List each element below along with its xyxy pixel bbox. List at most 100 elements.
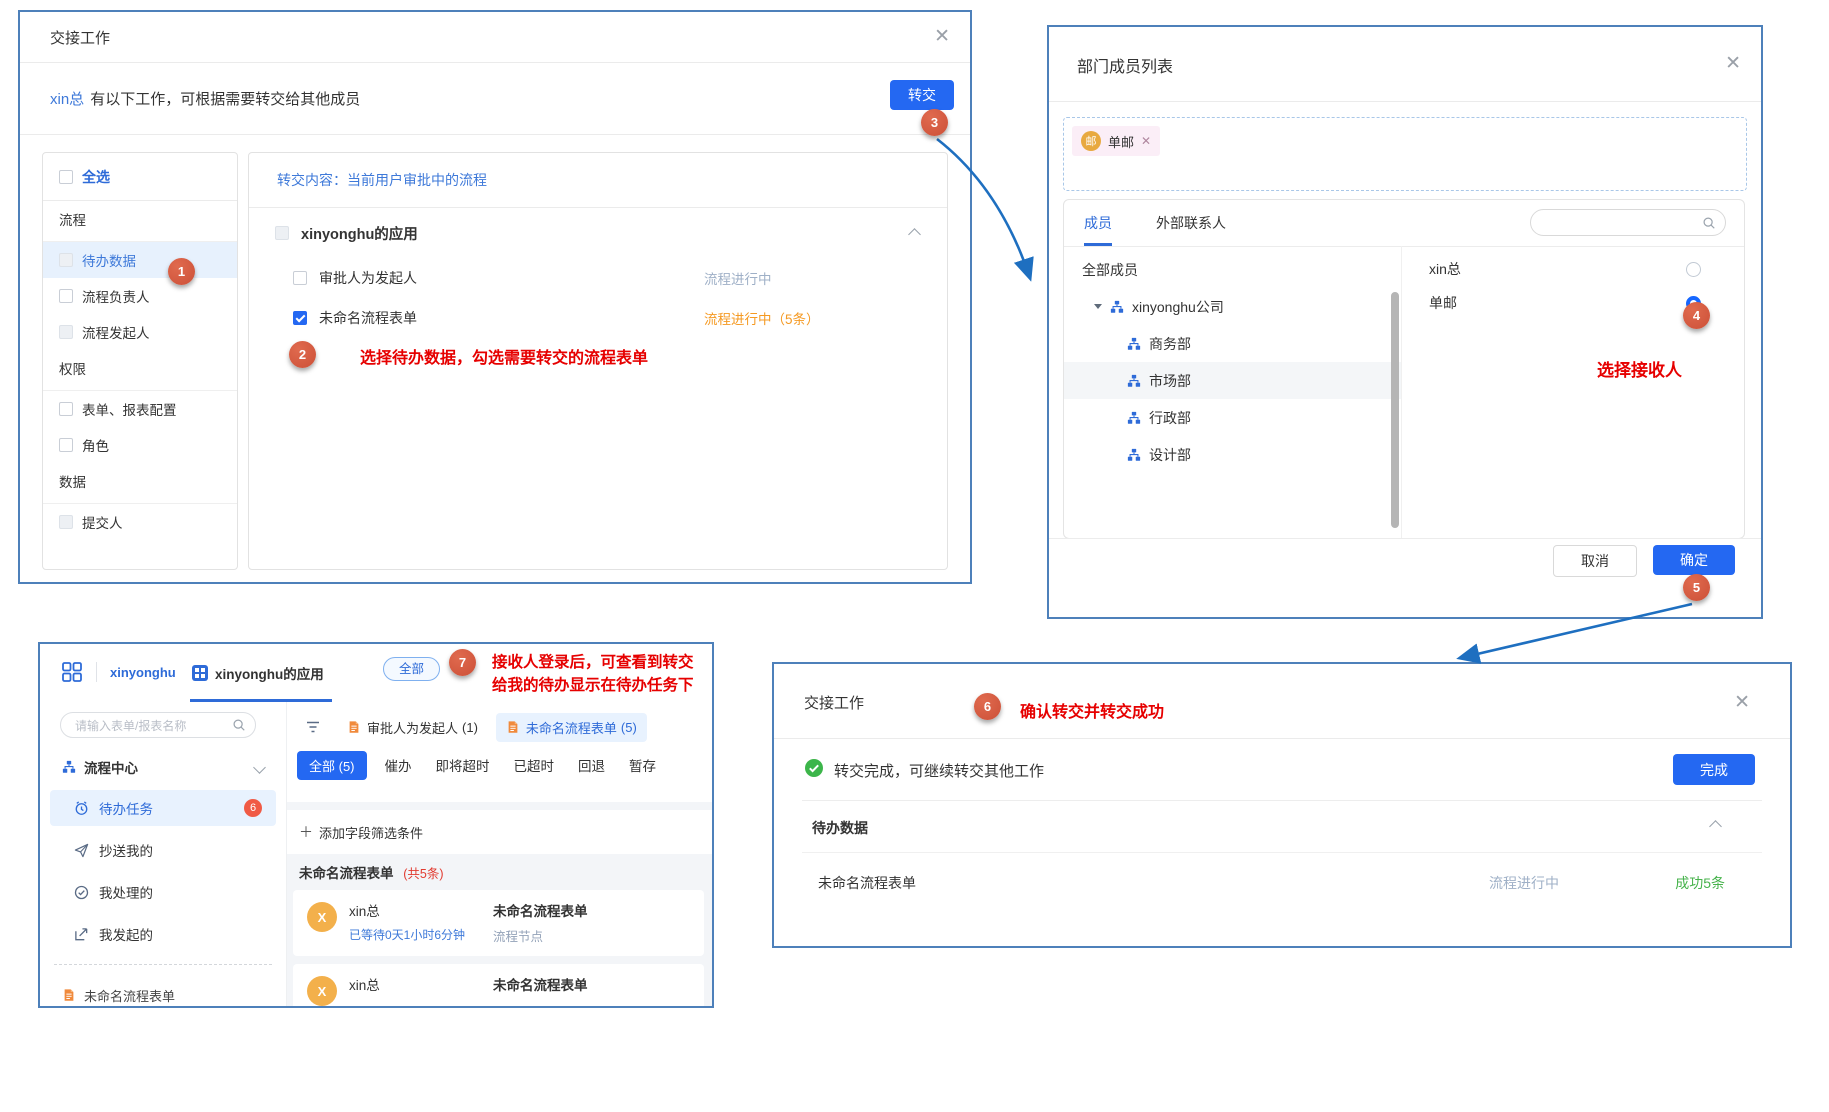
nav-item-cc-to-me[interactable]: 抄送我的 bbox=[50, 832, 276, 868]
add-filter-row[interactable]: ＋ 添加字段筛选条件 bbox=[287, 810, 712, 854]
chip-label: 单邮 bbox=[1108, 132, 1134, 151]
screenshot-canvas: 交接工作 ✕ xin总有以下工作，可根据需要转交给其他成员 转交 全选 流程 待… bbox=[0, 0, 1829, 1112]
collapse-icon[interactable] bbox=[1709, 820, 1722, 833]
row-checkbox-checked[interactable] bbox=[293, 311, 307, 325]
confirm-button[interactable]: 确定 bbox=[1653, 545, 1735, 575]
filter-soon-overdue[interactable]: 即将超时 bbox=[436, 755, 490, 775]
sidebar-item-submitter[interactable]: 提交人 bbox=[43, 504, 237, 540]
transfer-button[interactable]: 转交 bbox=[890, 80, 954, 110]
nav-section-permission: 权限 bbox=[43, 350, 237, 391]
app-main: 审批人为发起人 (1) 未命名流程表单 (5) 全部 (5) 催办 即将超时 已… bbox=[287, 702, 712, 1006]
chevron-down-icon[interactable] bbox=[253, 761, 266, 774]
cancel-button[interactable]: 取消 bbox=[1553, 545, 1637, 577]
select-all-checkbox[interactable] bbox=[59, 170, 73, 184]
todo-data-checkbox[interactable] bbox=[59, 253, 73, 267]
select-all-row[interactable]: 全选 bbox=[43, 153, 237, 201]
sidebar-item-process-initiator[interactable]: 流程发起人 bbox=[43, 314, 237, 350]
nav-item-unnamed-form[interactable]: 未命名流程表单 bbox=[40, 978, 286, 1008]
filter-funnel-icon[interactable] bbox=[305, 719, 321, 735]
send-icon bbox=[74, 927, 89, 942]
scope-pill[interactable]: 全部 bbox=[383, 657, 440, 681]
success-check-icon bbox=[804, 758, 824, 778]
dialog-subtitle-row: xin总有以下工作，可根据需要转交给其他成员 转交 bbox=[20, 62, 970, 135]
avatar: X bbox=[307, 976, 337, 1006]
caret-down-icon[interactable] bbox=[1094, 304, 1102, 309]
app-group-title: xinyonghu的应用 bbox=[301, 223, 418, 244]
nav-section-data: 数据 bbox=[43, 463, 237, 504]
filter-returned[interactable]: 回退 bbox=[578, 755, 605, 775]
todo-count-badge: 6 bbox=[244, 799, 262, 817]
annotation-note-step2: 选择待办数据，勾选需要转交的流程表单 bbox=[360, 344, 648, 368]
member-search-input[interactable] bbox=[1543, 212, 1697, 235]
brand-name[interactable]: xinyonghu bbox=[110, 665, 176, 680]
tab-external-contacts[interactable]: 外部联系人 bbox=[1156, 200, 1226, 243]
form-search[interactable] bbox=[60, 712, 256, 738]
step-badge-1: 1 bbox=[168, 258, 195, 285]
role-checkbox[interactable] bbox=[59, 438, 73, 452]
done-button[interactable]: 完成 bbox=[1673, 754, 1755, 785]
member-chip[interactable]: 邮 单邮 ✕ bbox=[1072, 126, 1160, 156]
app-tab-active[interactable]: xinyonghu的应用 bbox=[192, 663, 324, 683]
view-tab-approver-initiator[interactable]: 审批人为发起人 (1) bbox=[347, 718, 478, 737]
sidebar-item-form-report-config[interactable]: 表单、报表配置 bbox=[43, 391, 237, 427]
avatar: X bbox=[307, 902, 337, 932]
nav-item-todo-tasks[interactable]: 待办任务 6 bbox=[50, 790, 276, 826]
collapse-icon[interactable] bbox=[908, 228, 921, 241]
step-badge-3: 3 bbox=[921, 109, 948, 136]
member-list: xin总 单邮 bbox=[1403, 246, 1744, 538]
org-icon bbox=[1127, 411, 1141, 425]
task-card[interactable]: X xin总 未命名流程表单 bbox=[293, 964, 704, 1006]
select-all-label: 全选 bbox=[82, 167, 110, 187]
member-radio[interactable] bbox=[1686, 262, 1701, 277]
app-group-row[interactable]: xinyonghu的应用 bbox=[249, 208, 947, 258]
tree-node-dept-selected[interactable]: 市场部 bbox=[1064, 362, 1401, 399]
wait-time: 已等待0天1小时6分钟 bbox=[349, 926, 465, 943]
process-row[interactable]: 未命名流程表单 流程进行中（5条） bbox=[249, 298, 947, 338]
tree-node-dept[interactable]: 设计部 bbox=[1064, 436, 1401, 473]
document-icon bbox=[347, 720, 361, 734]
filter-pills: 全部 (5) 催办 即将超时 已超时 回退 暂存 bbox=[297, 750, 680, 780]
form-report-checkbox[interactable] bbox=[59, 402, 73, 416]
nav-section-process: 流程 bbox=[43, 201, 237, 242]
filter-all[interactable]: 全部 (5) bbox=[297, 751, 367, 780]
todo-data-section[interactable]: 待办数据 bbox=[774, 800, 1790, 852]
tree-node-company[interactable]: xinyonghu公司 bbox=[1064, 288, 1401, 325]
filter-overdue[interactable]: 已超时 bbox=[514, 755, 555, 775]
process-initiator-checkbox[interactable] bbox=[59, 325, 73, 339]
view-tab-unnamed-form-active[interactable]: 未命名流程表单 (5) bbox=[496, 713, 647, 742]
tab-members[interactable]: 成员 bbox=[1084, 200, 1112, 246]
process-row[interactable]: 审批人为发起人 流程进行中 bbox=[249, 258, 947, 298]
tree-scrollbar[interactable] bbox=[1391, 292, 1399, 528]
app-icon bbox=[192, 665, 208, 681]
tree-node-dept[interactable]: 行政部 bbox=[1064, 399, 1401, 436]
apps-grid-icon[interactable] bbox=[62, 662, 82, 682]
task-card[interactable]: X xin总 已等待0天1小时6分钟 未命名流程表单 流程节点 bbox=[293, 890, 704, 956]
content-header: 转交内容：当前用户审批中的流程 bbox=[249, 153, 947, 208]
filter-urge[interactable]: 催办 bbox=[385, 755, 412, 775]
close-icon[interactable]: ✕ bbox=[1725, 55, 1741, 73]
nav-item-started-by-me[interactable]: 我发起的 bbox=[50, 916, 276, 952]
member-row[interactable]: xin总 bbox=[1403, 252, 1744, 286]
dotted-divider bbox=[54, 964, 272, 965]
sidebar-item-process-owner[interactable]: 流程负责人 bbox=[43, 278, 237, 314]
submitter-checkbox[interactable] bbox=[59, 515, 73, 529]
row-checkbox[interactable] bbox=[293, 271, 307, 285]
close-icon[interactable]: ✕ bbox=[934, 28, 950, 46]
tree-node-dept[interactable]: 商务部 bbox=[1064, 325, 1401, 362]
member-search[interactable] bbox=[1530, 209, 1726, 236]
sidebar-item-role[interactable]: 角色 bbox=[43, 427, 237, 463]
result-row: 未命名流程表单 流程进行中 成功5条 bbox=[774, 852, 1790, 912]
chip-remove-icon[interactable]: ✕ bbox=[1141, 134, 1151, 148]
org-icon bbox=[1127, 448, 1141, 462]
success-row: 转交完成，可继续转交其他工作 完成 bbox=[774, 738, 1790, 800]
nav-process-center[interactable]: 流程中心 bbox=[40, 750, 286, 784]
filter-draft[interactable]: 暂存 bbox=[629, 755, 656, 775]
member-list-dialog: 部门成员列表 ✕ 邮 单邮 ✕ 成员 外部联系人 全部成员 bbox=[1047, 25, 1763, 619]
form-search-input[interactable] bbox=[73, 715, 227, 737]
process-owner-checkbox[interactable] bbox=[59, 289, 73, 303]
close-icon[interactable]: ✕ bbox=[1734, 694, 1750, 712]
app-group-checkbox[interactable] bbox=[275, 226, 289, 240]
sidebar-item-todo-data[interactable]: 待办数据 bbox=[43, 242, 237, 278]
nav-item-handled-by-me[interactable]: 我处理的 bbox=[50, 874, 276, 910]
dialog-title: 交接工作 bbox=[50, 27, 110, 48]
